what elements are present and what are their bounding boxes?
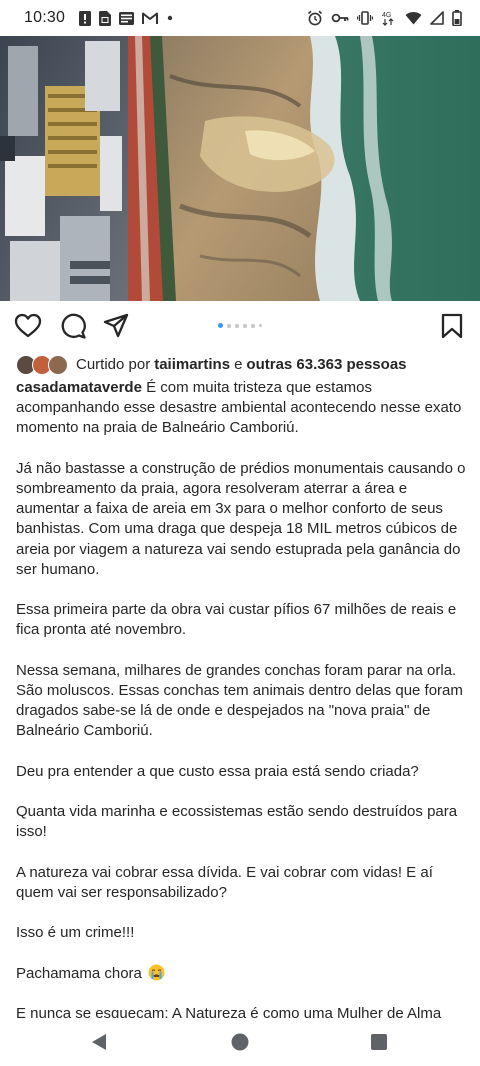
home-circle-icon[interactable] xyxy=(229,1031,251,1053)
carousel-dot xyxy=(259,324,262,327)
alarm-icon xyxy=(307,10,323,26)
carousel-dot xyxy=(235,323,239,328)
caption-paragraph: Isso é um crime!!! xyxy=(16,924,135,942)
news-icon xyxy=(119,11,135,25)
likes-others[interactable]: outras 63.363 pessoas xyxy=(246,356,406,373)
carousel-indicator xyxy=(218,323,262,328)
likes-prefix: Curtido por xyxy=(76,355,151,373)
carousel-dot-active xyxy=(218,323,223,328)
status-bar-left: 10:30 xyxy=(24,9,174,27)
gmail-icon xyxy=(142,12,159,25)
wifi-icon xyxy=(405,11,422,25)
status-bar-right: 4G xyxy=(307,10,462,26)
carousel-dot xyxy=(243,323,247,328)
recents-square-icon[interactable] xyxy=(368,1031,390,1053)
aerial-beach-photo xyxy=(0,36,480,301)
sim-card-icon xyxy=(99,10,112,26)
liker-avatars xyxy=(16,354,70,375)
caption-paragraph: Quanta vida marinha e ecossistemas estão… xyxy=(16,803,458,841)
vibrate-icon xyxy=(357,11,373,25)
heart-icon[interactable] xyxy=(14,312,42,340)
post-caption: casadamataverde É com muita tristeza que… xyxy=(16,378,468,1065)
bookmark-icon[interactable] xyxy=(440,312,468,340)
status-bar: 10:30 4G xyxy=(0,0,480,36)
status-time: 10:30 xyxy=(24,9,66,26)
likes-connector: e xyxy=(234,355,243,373)
caption-paragraph: Nessa semana, milhares de grandes concha… xyxy=(16,661,463,740)
carousel-dot xyxy=(251,323,255,328)
crying-face-icon xyxy=(148,964,165,981)
4g-signal-icon: 4G xyxy=(381,10,397,26)
caption-paragraph: A natureza vai cobrar essa dívida. E vai… xyxy=(16,863,433,901)
battery-icon xyxy=(452,10,462,26)
comment-icon[interactable] xyxy=(59,312,87,340)
notification-alert-icon xyxy=(79,10,92,26)
caption-author[interactable]: casadamataverde xyxy=(16,379,142,396)
system-nav-bar xyxy=(0,1018,480,1066)
post-actions xyxy=(0,301,480,351)
more-dot-icon xyxy=(166,14,174,22)
caption-paragraph: Deu pra entender a que custo essa praia … xyxy=(16,762,419,780)
liker-username[interactable]: taiimartins xyxy=(154,356,230,373)
caption-paragraph: Essa primeira parte da obra vai custar p… xyxy=(16,601,457,639)
caption-paragraph: casadamataverde É com muita tristeza que… xyxy=(16,378,468,439)
post-photo[interactable] xyxy=(0,36,480,301)
svg-text:4G: 4G xyxy=(382,12,391,19)
send-icon[interactable] xyxy=(102,312,130,340)
caption-text: Pachamama chora xyxy=(16,964,142,982)
cell-signal-icon xyxy=(430,11,444,25)
back-triangle-icon[interactable] xyxy=(89,1031,111,1053)
carousel-dot xyxy=(227,323,231,328)
screen: 10:30 4G Curtido por taiimartins e outra… xyxy=(0,0,480,1066)
vpn-key-icon xyxy=(331,12,349,24)
avatar xyxy=(48,355,68,375)
caption-paragraph: Já não bastasse a construção de prédios … xyxy=(16,459,466,578)
likes-line[interactable]: Curtido por taiimartins e outras 63.363 … xyxy=(16,352,407,376)
caption-paragraph: Pachamama chora xyxy=(16,964,468,984)
